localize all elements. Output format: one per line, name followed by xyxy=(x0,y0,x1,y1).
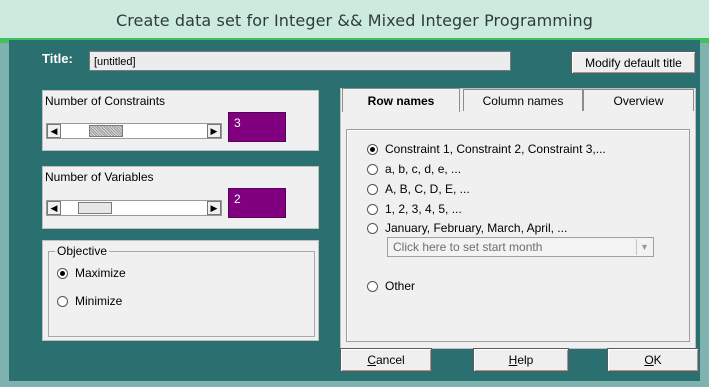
constraints-value: 3 xyxy=(228,112,286,142)
modify-default-title-label: Modify default title xyxy=(585,55,682,70)
start-month-dropdown[interactable]: Click here to set start month ▼ xyxy=(387,237,654,257)
radio-unchecked-icon[interactable] xyxy=(367,163,378,175)
minimize-label: Minimize xyxy=(75,294,123,308)
tab-row-names[interactable]: Row names xyxy=(342,88,460,112)
row-names-page: Constraint 1, Constraint 2, Constraint 3… xyxy=(346,129,690,342)
maximize-radio[interactable]: Maximize xyxy=(57,266,126,280)
modify-default-title-button[interactable]: Modify default title xyxy=(571,51,696,74)
row-name-option-numeric[interactable]: 1, 2, 3, 4, 5, ... xyxy=(367,202,462,216)
variables-value: 2 xyxy=(228,188,286,218)
row-name-option-constraint[interactable]: Constraint 1, Constraint 2, Constraint 3… xyxy=(367,142,606,156)
row-name-option-upper[interactable]: A, B, C, D, E, ... xyxy=(367,182,470,196)
tab-overview-label: Overview xyxy=(613,93,664,108)
title-label: Title: xyxy=(42,51,73,66)
objective-group: Objective Maximize Minimize xyxy=(48,244,315,337)
radio-unchecked-icon[interactable] xyxy=(57,295,68,307)
window-title: Create data set for Integer && Mixed Int… xyxy=(115,10,594,30)
row-name-option-label: A, B, C, D, E, ... xyxy=(385,182,470,196)
window-title-bar[interactable]: Create data set for Integer && Mixed Int… xyxy=(0,0,709,41)
cancel-button[interactable]: Cancel xyxy=(340,348,432,372)
radio-unchecked-icon[interactable] xyxy=(367,280,378,292)
variables-scrollbar[interactable]: ◀ ▶ xyxy=(46,200,222,216)
row-name-option-months[interactable]: January, February, March, April, ... xyxy=(367,221,567,235)
cancel-label: Cancel xyxy=(367,353,405,367)
help-label: Help xyxy=(508,353,534,367)
dialog-body: Title: [untitled] Modify default title N… xyxy=(9,40,700,381)
tab-row-names-label: Row names xyxy=(367,93,435,108)
row-name-option-lower[interactable]: a, b, c, d, e, ... xyxy=(367,162,461,176)
radio-unchecked-icon[interactable] xyxy=(367,203,378,215)
row-name-option-label: Constraint 1, Constraint 2, Constraint 3… xyxy=(385,142,606,156)
row-name-option-label: a, b, c, d, e, ... xyxy=(385,162,462,176)
row-name-option-label: 1, 2, 3, 4, 5, ... xyxy=(385,202,462,216)
scroll-left-arrow-icon[interactable]: ◀ xyxy=(47,124,61,138)
tab-column-names-label: Column names xyxy=(482,93,564,108)
scroll-left-arrow-icon[interactable]: ◀ xyxy=(47,201,61,215)
scroll-right-arrow-icon[interactable]: ▶ xyxy=(207,201,221,215)
title-input[interactable]: [untitled] xyxy=(89,51,511,71)
ok-button[interactable]: OK xyxy=(607,348,699,372)
maximize-label: Maximize xyxy=(75,266,126,280)
constraints-scrollbar[interactable]: ◀ ▶ xyxy=(46,123,222,139)
minimize-radio[interactable]: Minimize xyxy=(57,294,122,308)
scroll-right-arrow-icon[interactable]: ▶ xyxy=(207,124,221,138)
start-month-dropdown-value: Click here to set start month xyxy=(393,240,543,254)
variables-label: Number of Variables xyxy=(45,170,154,184)
constraints-label: Number of Constraints xyxy=(45,94,166,108)
row-name-option-other[interactable]: Other xyxy=(367,279,415,293)
constraints-scroll-thumb[interactable] xyxy=(89,125,123,137)
radio-checked-icon[interactable] xyxy=(367,143,378,155)
objective-panel: Objective Maximize Minimize xyxy=(42,240,319,341)
constraints-panel: Number of Constraints ◀ ▶ 3 xyxy=(42,90,319,151)
ok-label: OK xyxy=(644,353,662,367)
row-name-option-label: January, February, March, April, ... xyxy=(385,221,568,235)
tab-column-names[interactable]: Column names xyxy=(463,89,583,111)
variables-panel: Number of Variables ◀ ▶ 2 xyxy=(42,166,319,229)
objective-legend: Objective xyxy=(55,244,110,258)
tab-control: Row names Column names Overview Constrai… xyxy=(340,88,696,349)
radio-unchecked-icon[interactable] xyxy=(367,222,378,234)
row-name-option-other-label: Other xyxy=(385,279,416,293)
radio-unchecked-icon[interactable] xyxy=(367,183,378,195)
radio-checked-icon[interactable] xyxy=(57,267,68,279)
chevron-down-icon[interactable]: ▼ xyxy=(636,239,652,255)
help-button[interactable]: Help xyxy=(473,348,569,372)
tab-overview[interactable]: Overview xyxy=(583,89,694,111)
variables-scroll-thumb[interactable] xyxy=(78,202,112,214)
